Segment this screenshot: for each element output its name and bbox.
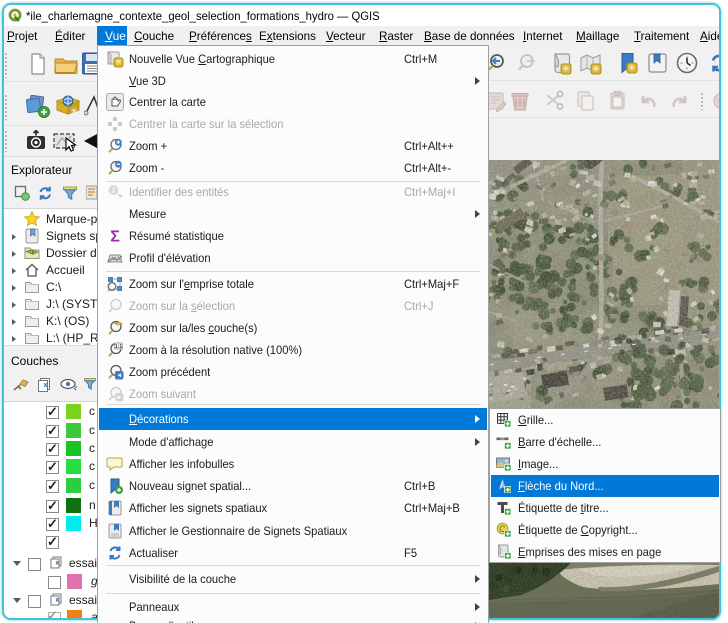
svg-text:1:1: 1:1 [115, 344, 122, 350]
svg-text:Σ: Σ [110, 229, 120, 246]
svg-text:✳: ✳ [70, 106, 78, 116]
svg-text:✳: ✳ [628, 63, 636, 74]
svg-text:✳: ✳ [115, 57, 123, 67]
svg-text:✳: ✳ [592, 64, 600, 75]
svg-text:✳: ✳ [562, 64, 570, 75]
